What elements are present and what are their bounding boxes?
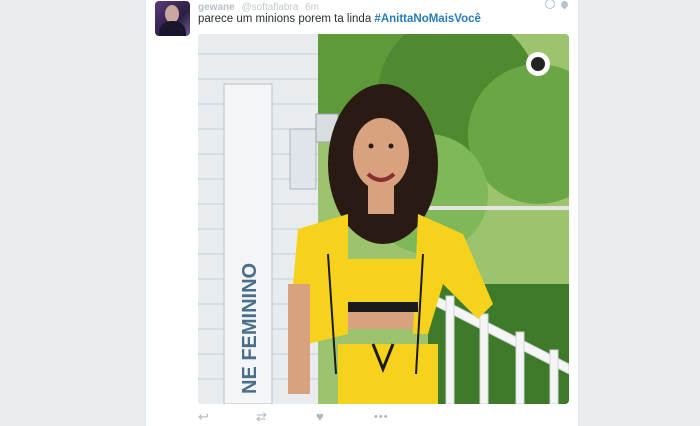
tweet-text: parece um minions porem ta linda #Anitta… [198,13,481,25]
tweet-body: parece um minions porem ta linda [198,13,375,25]
tweet-actions: ↩ ⇄ ♥ ••• [198,410,428,426]
more-dots-icon[interactable]: ••• [374,410,389,424]
avatar[interactable] [155,1,190,36]
avatar-body [159,21,186,36]
heart-icon[interactable]: ♥ [316,410,324,424]
tweet-time[interactable]: 6m [305,2,319,13]
tweet-meta-icons [545,0,570,9]
retweet-icon[interactable]: ⇄ [256,410,267,424]
reply-icon[interactable]: ↩ [198,410,209,424]
location-pin-icon[interactable] [559,0,570,9]
photo-sign-text: NE FEMININO [239,263,261,394]
globe-icon[interactable] [545,0,555,9]
tweet-header: gewane @softaflabra 6m [198,2,319,13]
tweet-photo[interactable]: NE FEMININO [198,34,569,404]
author-handle[interactable]: @softaflabra [241,2,298,13]
hashtag-link[interactable]: #AnittaNoMaisVocê [374,13,481,25]
tweet-card: gewane @softaflabra 6m parece um minions… [145,0,579,426]
author-name[interactable]: gewane [198,2,235,13]
photo-illustration: NE FEMININO [198,34,569,404]
